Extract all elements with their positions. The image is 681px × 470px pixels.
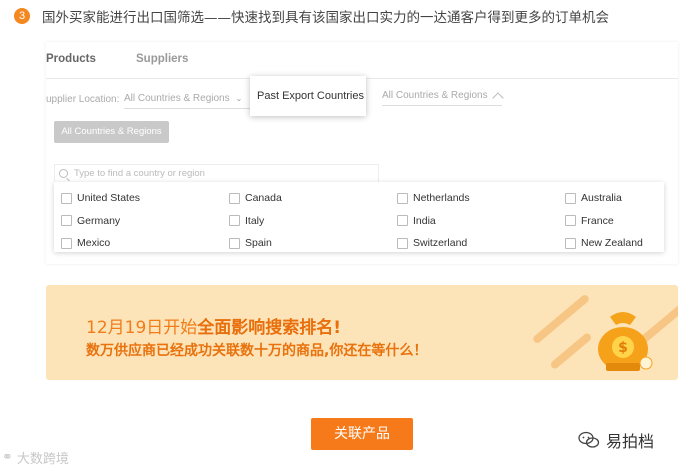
supplier-location-row: upplier Location: All Countries & Region… [46, 88, 251, 110]
watermark-right: 易拍档 [578, 428, 654, 452]
supplier-location-label: upplier Location: [46, 93, 120, 105]
checkbox[interactable] [397, 237, 408, 249]
country-label: Netherlands [413, 192, 470, 205]
country-label: Switzerland [413, 237, 468, 250]
checkbox[interactable] [61, 215, 72, 227]
checkbox[interactable] [229, 237, 240, 249]
checkbox[interactable] [565, 237, 576, 249]
checkbox[interactable] [397, 192, 408, 204]
chevron-up-icon [491, 92, 504, 104]
search-icon [59, 169, 68, 178]
banner-headline-emphasis: 全面影响搜索排名! [197, 318, 342, 338]
country-label: Australia [581, 192, 622, 205]
coin-symbol: $ [618, 340, 628, 356]
country-option[interactable]: Spain [229, 232, 397, 255]
money-bag-icon: $ [598, 312, 653, 371]
step-header: 3 国外买家能进行出口国筛选——快速找到具有该国家出口实力的一达通客户得到更多的… [14, 6, 609, 26]
country-option[interactable]: Australia [565, 187, 665, 210]
checkbox[interactable] [61, 192, 72, 204]
tab-bar: Products Suppliers [46, 42, 212, 78]
country-option[interactable]: Italy [229, 210, 397, 233]
step-number-badge: 3 [14, 8, 30, 24]
country-search-placeholder: Type to find a country or region [74, 168, 205, 179]
country-option[interactable]: Canada [229, 187, 397, 210]
country-label: Spain [245, 237, 272, 250]
step-description: 国外买家能进行出口国筛选——快速找到具有该国家出口实力的一达通客户得到更多的订单… [42, 10, 609, 26]
country-label: Canada [245, 192, 282, 205]
chevron-down-icon: ⌄ [235, 94, 243, 103]
checkbox[interactable] [397, 215, 408, 227]
supplier-location-dropdown[interactable]: All Countries & Regions ⌄ [124, 89, 251, 109]
banner-headline-prefix: 12月19日开始 [86, 318, 198, 338]
checkbox[interactable] [229, 215, 240, 227]
country-option[interactable]: New Zealand [565, 232, 665, 255]
wechat-icon [578, 431, 600, 448]
country-option[interactable]: Netherlands [397, 187, 565, 210]
all-countries-button[interactable]: All Countries & Regions [54, 121, 169, 143]
link-products-button[interactable]: 关联产品 [311, 418, 413, 450]
supplier-location-value: All Countries & Regions [124, 93, 230, 104]
checkbox[interactable] [229, 192, 240, 204]
country-search-input[interactable]: Type to find a country or region [54, 164, 379, 182]
country-label: Italy [245, 214, 265, 227]
country-option[interactable]: France [565, 210, 665, 233]
weibo-icon: ⚭ [2, 450, 13, 465]
country-label: Germany [77, 214, 121, 227]
banner-headline: 12月19日开始全面影响搜索排名! [86, 313, 341, 338]
country-option[interactable]: Switzerland [397, 232, 565, 255]
past-export-value: All Countries & Regions [382, 90, 488, 101]
watermark-left: ⚭ 大数跨境 [2, 448, 69, 467]
checkbox[interactable] [565, 192, 576, 204]
past-export-countries-label[interactable]: Past Export Countries [250, 76, 366, 116]
country-option[interactable]: India [397, 210, 565, 233]
checkbox[interactable] [565, 215, 576, 227]
country-label: Mexico [77, 237, 111, 250]
watermark-right-text: 易拍档 [606, 432, 655, 451]
tab-products[interactable]: Products [46, 42, 108, 78]
country-option[interactable]: Mexico [61, 232, 229, 255]
watermark-left-text: 大数跨境 [16, 452, 69, 467]
country-option[interactable]: United States [61, 187, 229, 210]
promo-banner: 12月19日开始全面影响搜索排名! 数万供应商已经成功关联数十万的商品,你还在等… [46, 285, 678, 380]
country-label: New Zealand [581, 237, 643, 250]
country-grid: United States Canada Netherlands Austral… [61, 187, 665, 255]
tab-suppliers[interactable]: Suppliers [122, 42, 212, 78]
past-export-dropdown[interactable]: All Countries & Regions [382, 86, 504, 106]
country-option[interactable]: Germany [61, 210, 229, 233]
country-label: India [413, 214, 436, 227]
country-label: United States [77, 192, 141, 205]
country-label: France [581, 214, 614, 227]
decor-streak [549, 331, 593, 371]
country-checkbox-list: United States Canada Netherlands Austral… [54, 182, 664, 252]
banner-subline: 数万供应商已经成功关联数十万的商品,你还在等什么！ [86, 343, 428, 359]
checkbox[interactable] [61, 237, 72, 249]
